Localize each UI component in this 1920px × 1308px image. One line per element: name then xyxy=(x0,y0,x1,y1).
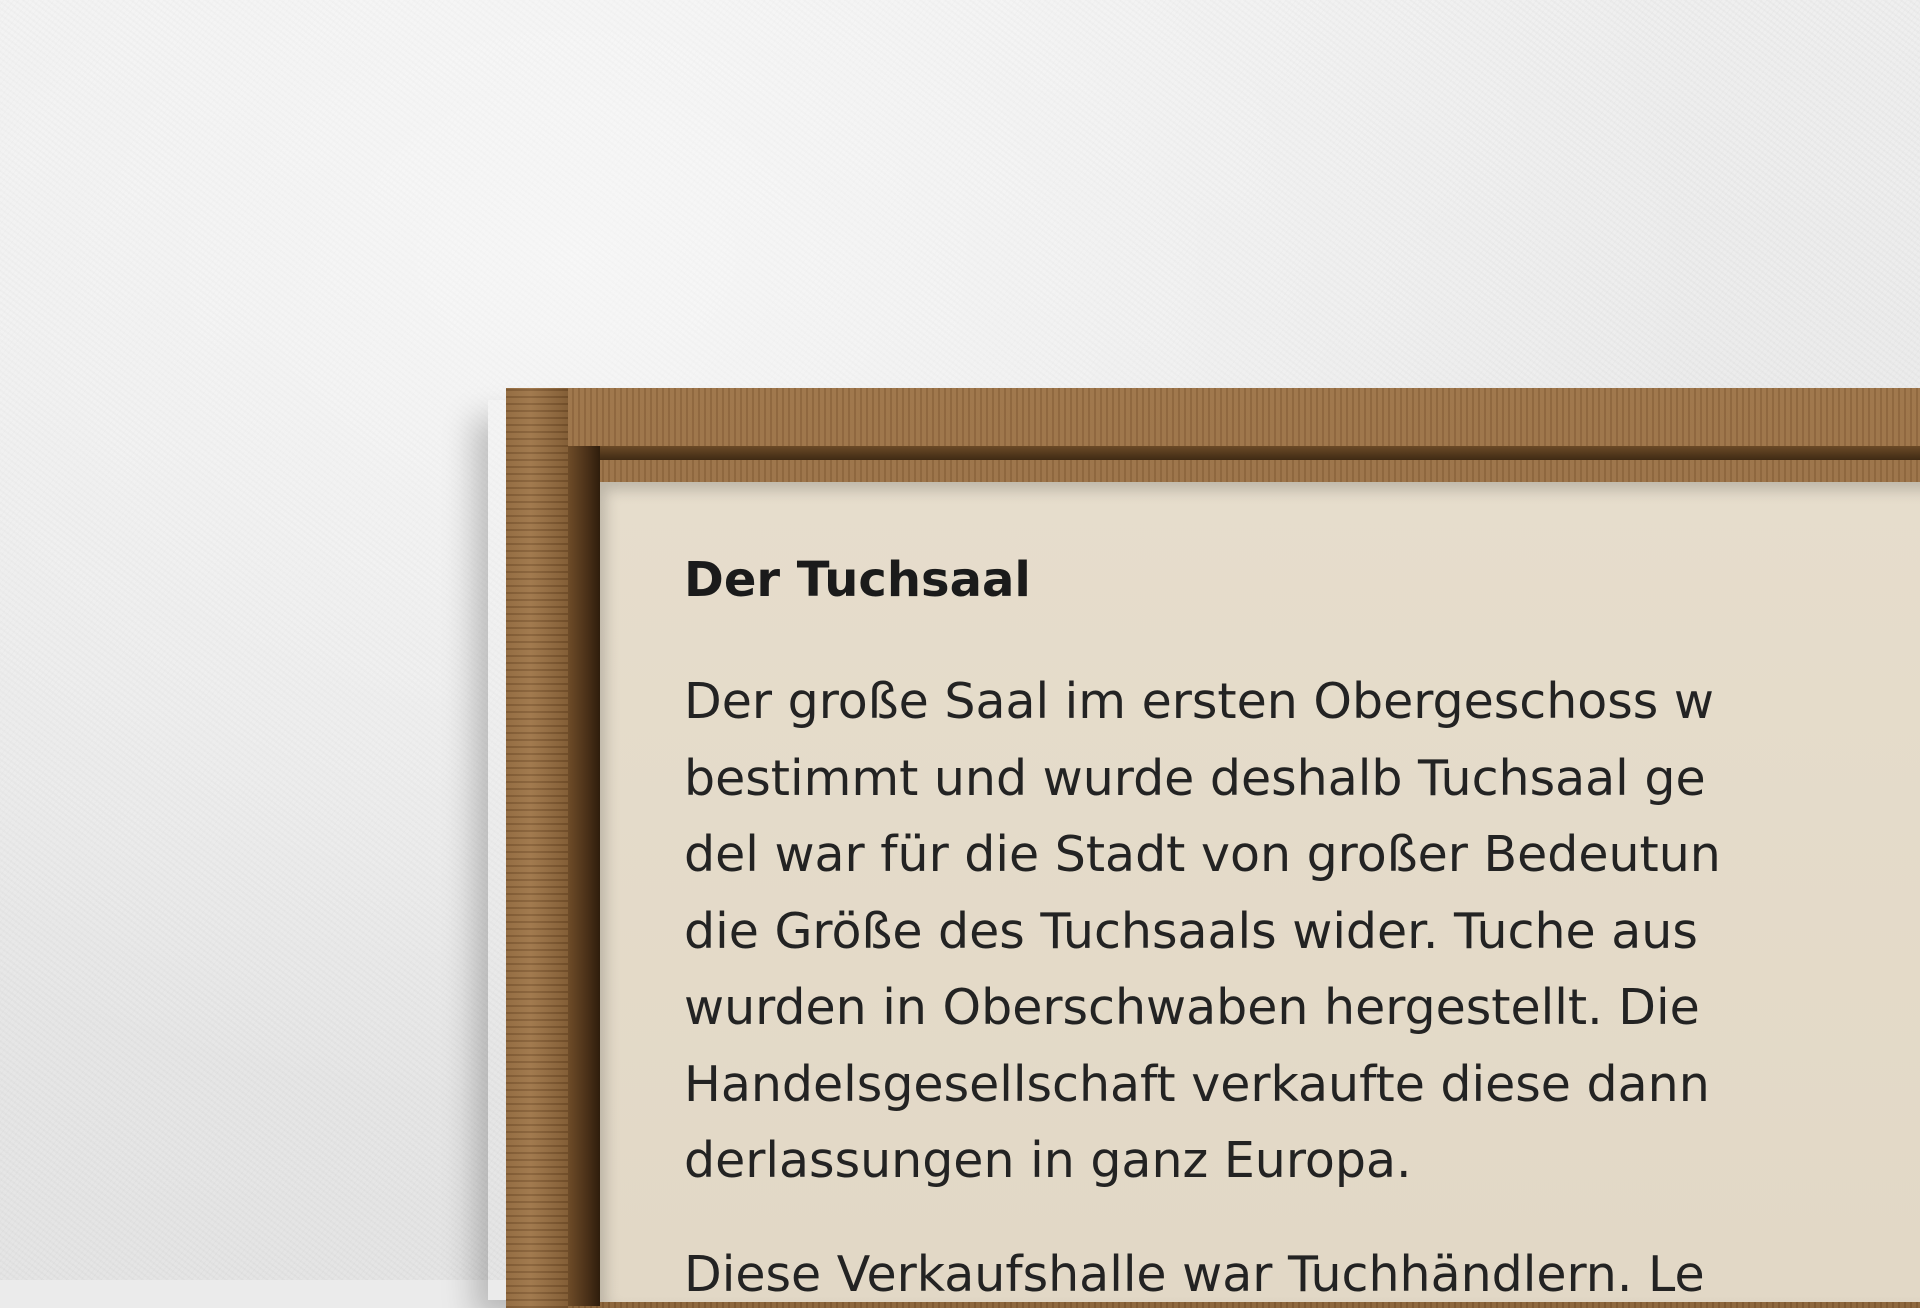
paragraph-line: derlassungen in ganz Europa. xyxy=(684,1132,1412,1189)
sign-paragraph: Der große Saal im ersten Obergeschoss w … xyxy=(684,664,1721,1200)
sign-title: Der Tuchsaal xyxy=(684,552,1031,608)
frame-inner-lip-top xyxy=(568,446,1920,460)
paragraph-line: Der große Saal im ersten Obergeschoss w xyxy=(684,673,1714,730)
paragraph-line: del war für die Stadt von großer Bedeutu… xyxy=(684,826,1721,883)
frame-inner-lip-left xyxy=(568,446,600,1306)
sign-panel: Der Tuchsaal Der große Saal im ersten Ob… xyxy=(600,482,1920,1302)
paragraph-line: die Größe des Tuchsaals wider. Tuche aus xyxy=(684,902,1698,960)
paragraph-line: wurden in Oberschwaben hergestellt. Die xyxy=(684,979,1700,1036)
paragraph-line: bestimmt und wurde deshalb Tuchsaal ge xyxy=(684,749,1706,807)
paragraph-line: Handelsgesellschaft verkaufte diese dann xyxy=(684,1055,1710,1113)
wooden-frame-left-edge xyxy=(506,388,568,1308)
next-paragraph-line: Diese Verkaufshalle war Tuchhändlern. Le xyxy=(684,1246,1705,1302)
